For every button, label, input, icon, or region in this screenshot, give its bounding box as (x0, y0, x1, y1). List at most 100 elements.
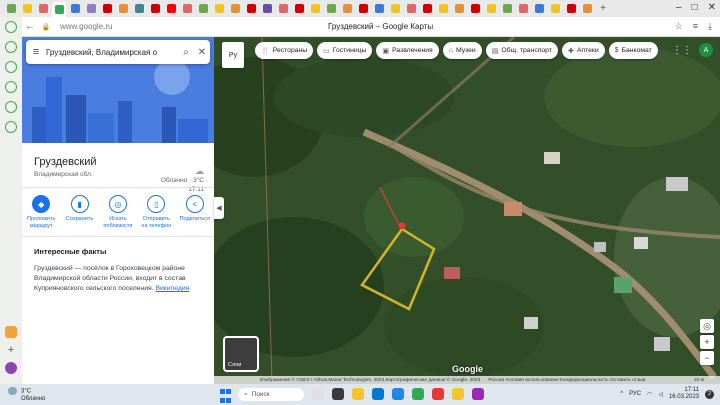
windows-start-icon[interactable] (220, 388, 232, 403)
language-indicator[interactable]: РУС (629, 391, 641, 397)
tab[interactable] (292, 3, 306, 15)
file-explorer-icon[interactable] (352, 388, 364, 400)
new-tab-button[interactable]: + (596, 3, 610, 15)
wifi-icon[interactable]: ◠ (647, 391, 652, 398)
notes-icon[interactable] (5, 326, 17, 338)
map-type-toggle[interactable]: Ру (222, 42, 244, 68)
clock[interactable]: 17:11 16.03.2023 (669, 387, 699, 401)
tab-active[interactable] (52, 2, 66, 17)
tab[interactable] (180, 3, 194, 15)
tab[interactable] (468, 3, 482, 15)
url-field[interactable]: www.google.ru (60, 22, 112, 31)
search-input[interactable]: Груздевский, Владимирская о (46, 48, 178, 57)
tab[interactable] (324, 3, 338, 15)
nearby-button[interactable]: ◎ Искать поблизости (101, 195, 135, 235)
store-icon[interactable] (372, 388, 384, 400)
search-icon[interactable]: ⌕ (178, 47, 194, 58)
chevron-up-icon[interactable]: ^ (620, 391, 623, 397)
back-icon[interactable]: ← (22, 19, 38, 35)
sidebar-app-icon[interactable] (5, 41, 17, 53)
tab[interactable] (484, 3, 498, 15)
zoom-in-button[interactable]: + (700, 335, 714, 349)
tab[interactable] (68, 3, 82, 15)
layers-button[interactable]: Слои (223, 336, 259, 372)
bookmark-icon[interactable]: ☆ (675, 21, 683, 32)
tab[interactable] (308, 3, 322, 15)
add-icon[interactable]: + (8, 344, 14, 356)
tab[interactable] (244, 3, 258, 15)
taskbar-app-icon[interactable] (332, 388, 344, 400)
maximize-icon[interactable]: □ (692, 2, 698, 13)
tab[interactable] (4, 3, 18, 15)
sidebar-app-icon[interactable] (5, 81, 17, 93)
hamburger-menu-icon[interactable]: ≡ (26, 46, 46, 58)
chip-entertainment[interactable]: ▣ Развлечения (376, 42, 439, 59)
tab[interactable] (212, 3, 226, 15)
minimize-icon[interactable]: – (676, 2, 682, 13)
tab[interactable] (20, 3, 34, 15)
menu-icon[interactable]: ≡ (693, 21, 698, 32)
tab[interactable] (404, 3, 418, 15)
close-icon[interactable]: ✕ (708, 2, 716, 13)
account-avatar[interactable]: A (699, 43, 713, 57)
chip-transit[interactable]: ▤ Общ. транспорт (485, 42, 558, 59)
tab[interactable] (356, 3, 370, 15)
tab[interactable] (84, 3, 98, 15)
search-box[interactable]: ≡ Груздевский, Владимирская о ⌕ ✕ (26, 40, 210, 64)
chip-hotels[interactable]: ▭ Гостиницы (317, 42, 373, 59)
edge-icon[interactable] (392, 388, 404, 400)
tab[interactable] (164, 3, 178, 15)
tab[interactable] (132, 3, 146, 15)
sidebar-app-icon[interactable] (5, 61, 17, 73)
tab[interactable] (340, 3, 354, 15)
sidebar-app-icon[interactable] (5, 21, 17, 33)
send-to-phone-button[interactable]: ▯ Отправить на телефон (139, 195, 173, 235)
tab[interactable] (372, 3, 386, 15)
chrome-icon[interactable] (412, 388, 424, 400)
apps-grid-icon[interactable]: ⋮⋮ (672, 45, 692, 56)
tab[interactable] (116, 3, 130, 15)
sidebar-app-icon[interactable] (5, 101, 17, 113)
chip-restaurants[interactable]: 🍴 Рестораны (255, 42, 314, 59)
close-icon[interactable]: ✕ (194, 47, 210, 58)
sidebar-app-icon[interactable] (5, 121, 17, 133)
tab[interactable] (388, 3, 402, 15)
zoom-out-button[interactable]: − (700, 351, 714, 365)
my-location-button[interactable]: ◎ (700, 319, 714, 333)
tab[interactable] (500, 3, 514, 15)
chip-pharmacies[interactable]: ✚ Аптеки (561, 42, 605, 59)
chip-museums[interactable]: ⌂ Музеи (442, 42, 482, 59)
tab[interactable] (436, 3, 450, 15)
tab[interactable] (196, 3, 210, 15)
tab[interactable] (260, 3, 274, 15)
tab[interactable] (532, 3, 546, 15)
tab[interactable] (100, 3, 114, 15)
volume-icon[interactable]: ◁ (658, 391, 663, 398)
taskbar-app-icon[interactable] (432, 388, 444, 400)
tab[interactable] (516, 3, 530, 15)
tab[interactable] (564, 3, 578, 15)
save-button[interactable]: ▮ Сохранить (63, 195, 97, 235)
attribution-links[interactable]: Россия Условия использования Конфиденциа… (488, 378, 645, 383)
taskbar-search[interactable]: ⌕ Поиск (238, 388, 304, 401)
tab[interactable] (276, 3, 290, 15)
share-button[interactable]: < Поделиться (178, 195, 212, 235)
collapse-panel-button[interactable]: ◀ (214, 197, 224, 219)
assistant-icon[interactable] (5, 362, 17, 374)
chip-atm[interactable]: $ Банкомат (608, 42, 658, 59)
tab[interactable] (452, 3, 466, 15)
yandex-browser-icon[interactable] (452, 388, 464, 400)
tab[interactable] (36, 3, 50, 15)
satellite-map[interactable]: Ру 🍴 Рестораны ▭ Гостиницы ▣ Развлечения ⌂ М… (214, 37, 720, 384)
tab[interactable] (228, 3, 242, 15)
tab[interactable] (548, 3, 562, 15)
taskbar-app-icon[interactable] (472, 388, 484, 400)
directions-button[interactable]: ◆ Проложить маршрут (24, 195, 58, 235)
tab[interactable] (420, 3, 434, 15)
notification-badge[interactable]: 2 (705, 389, 714, 399)
tab[interactable] (148, 3, 162, 15)
wikipedia-link[interactable]: Википедия (155, 285, 189, 292)
taskbar-weather[interactable]: 3°C Облачно (8, 387, 45, 403)
tab[interactable] (580, 3, 594, 15)
download-icon[interactable]: ⤓ (708, 21, 712, 32)
